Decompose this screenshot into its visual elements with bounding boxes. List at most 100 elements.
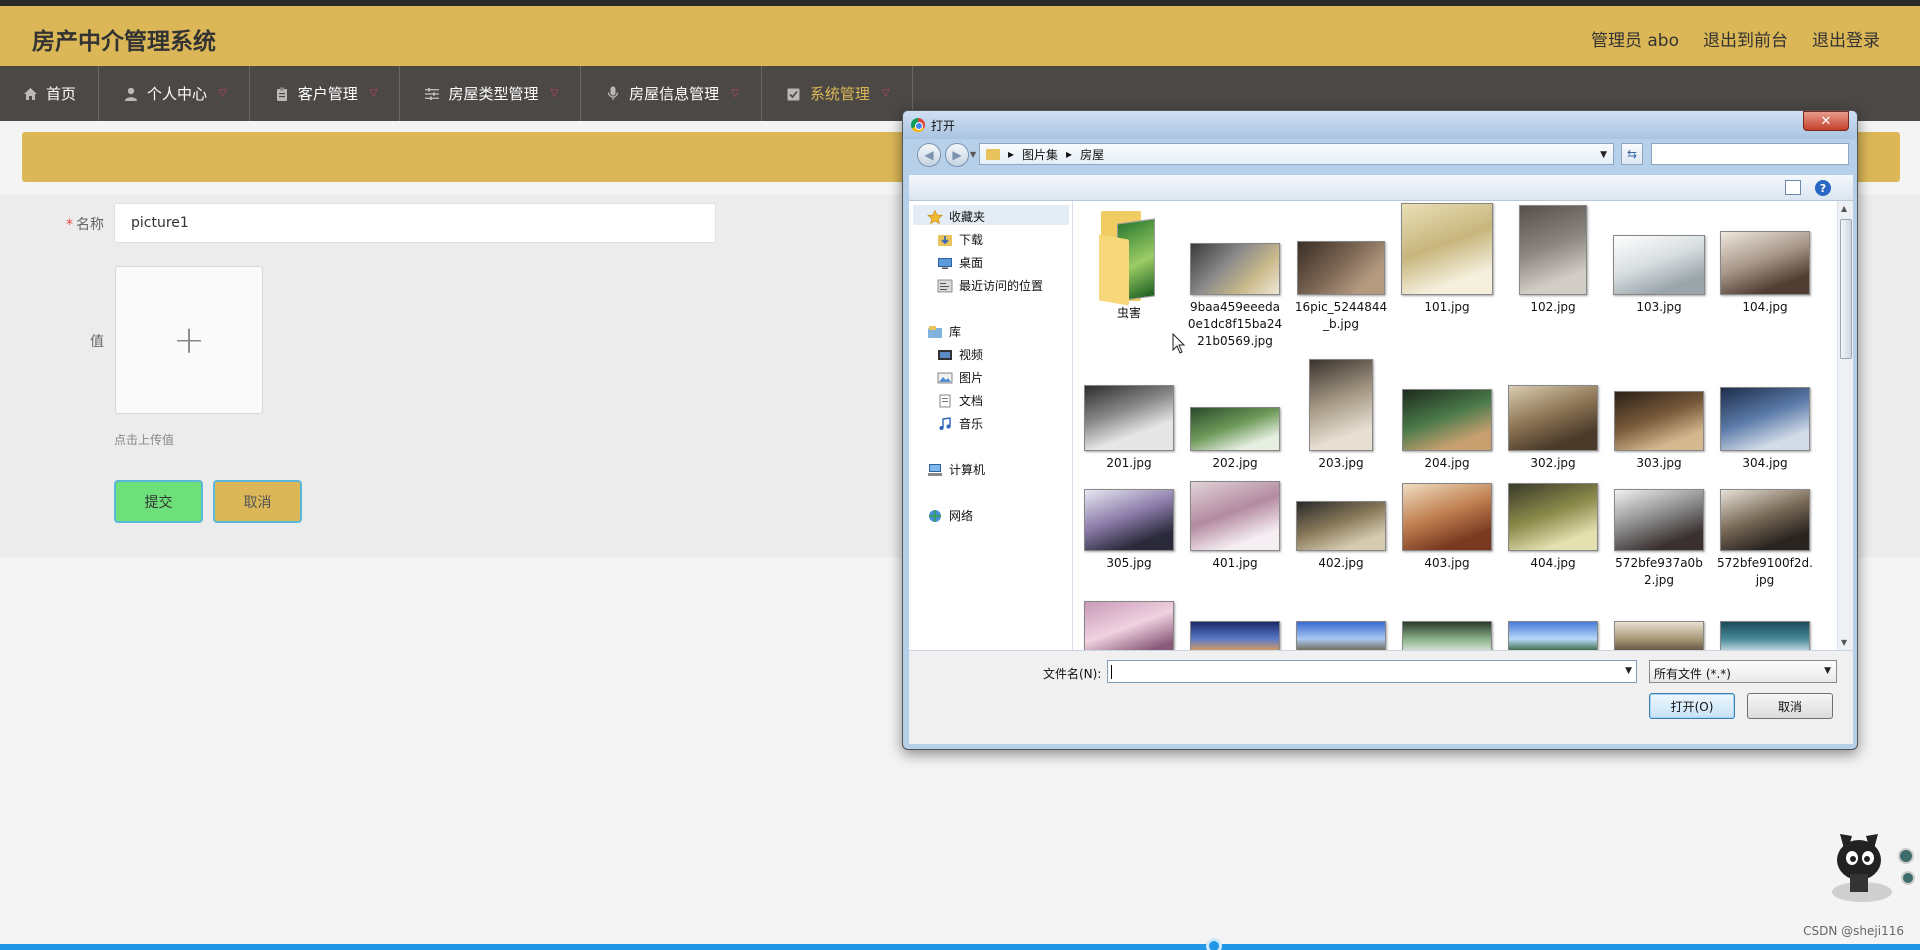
nav-computer[interactable]: 计算机 [927,461,985,478]
nav-item-personal[interactable]: 个人中心 ▽ [99,66,250,121]
picture-icon [937,372,953,383]
video-icon [938,349,952,360]
file-item[interactable]: 103.jpg [1611,235,1707,316]
logout-link[interactable]: 退出登录 [1812,26,1880,51]
file-item[interactable]: 402.jpg [1293,501,1389,572]
dialog-cancel-button[interactable]: 取消 [1747,693,1833,719]
file-item[interactable]: 303.jpg [1611,391,1707,472]
progress-handle[interactable] [1206,938,1222,950]
file-item[interactable]: 16pic_5244844_b.jpg [1293,241,1389,333]
submit-button[interactable]: 提交 [114,480,203,523]
file-name: 9baa459eeeda0e1dc8f15ba2421b0569.jpg [1187,300,1283,348]
image-thumbnail [1296,501,1386,551]
help-icon[interactable]: ? [1815,180,1831,196]
back-icon[interactable]: ◀ [917,143,941,167]
watermark: CSDN @sheji116 [1803,924,1904,938]
history-dropdown-icon[interactable]: ▼ [970,150,976,159]
file-item[interactable]: 204.jpg [1399,389,1495,472]
breadcrumb-pictures[interactable]: 图片集 [1022,146,1058,163]
nav-pane-label: 网络 [949,509,974,523]
chevron-down-icon: ▽ [369,88,378,99]
search-input[interactable] [1651,143,1849,165]
file-item[interactable]: 202.jpg [1187,407,1283,472]
file-list-scrollbar[interactable]: ▲ ▼ [1837,201,1853,650]
file-item[interactable] [1611,621,1707,650]
app-title: 房产中介管理系统 [32,29,216,55]
forward-icon[interactable]: ▶ [945,143,969,167]
image-thumbnail [1309,359,1373,451]
dialog-title: 打开 [931,119,956,133]
header: 房产中介管理系统 管理员 abo 退出到前台 退出登录 [0,6,1920,66]
nav-label: 房屋类型管理 [448,85,539,103]
file-name: 401.jpg [1212,556,1258,570]
library-icon [928,325,942,338]
file-item[interactable]: 203.jpg [1293,359,1389,472]
scroll-thumb[interactable] [1840,219,1852,359]
nav-downloads[interactable]: 下载 [937,231,983,248]
address-bar[interactable]: ▸ 图片集 ▸ 房屋 ▼ [979,143,1614,165]
nav-recent-places[interactable]: 最近访问的位置 [937,277,1043,294]
exit-to-frontend-link[interactable]: 退出到前台 [1703,26,1788,51]
file-item[interactable]: 404.jpg [1505,483,1601,572]
preview-pane-icon[interactable] [1785,180,1801,195]
breadcrumb-houses[interactable]: 房屋 [1080,146,1104,163]
filetype-select[interactable]: 所有文件 (*.*) ▼ [1649,660,1837,683]
upload-button[interactable]: + [115,266,263,414]
clipboard-icon [274,86,290,102]
nav-item-customers[interactable]: 客户管理 ▽ [250,66,401,121]
music-icon [939,416,951,430]
file-item[interactable]: 201.jpg [1081,385,1177,472]
nav-pane-label: 音乐 [959,417,984,431]
nav-videos[interactable]: 视频 [937,346,983,363]
image-thumbnail [1614,391,1704,451]
file-item[interactable]: 9baa459eeeda0e1dc8f15ba2421b0569.jpg [1187,243,1283,350]
file-item[interactable] [1717,621,1813,650]
nav-libraries[interactable]: 库 [927,323,961,340]
nav-favorites[interactable]: 收藏夹 [927,208,985,225]
file-item[interactable]: 302.jpg [1505,385,1601,472]
refresh-icon[interactable]: ⇆ [1621,143,1643,165]
file-item[interactable]: 403.jpg [1399,483,1495,572]
file-name: 102.jpg [1530,300,1576,314]
file-item[interactable]: 101.jpg [1399,203,1495,316]
file-item[interactable] [1081,601,1177,650]
close-button[interactable]: ✕ [1803,111,1849,131]
file-item[interactable]: 305.jpg [1081,489,1177,572]
filename-dropdown-icon[interactable]: ▼ [1625,666,1632,676]
name-field[interactable]: picture1 [114,203,716,243]
folder-icon [1099,207,1159,306]
file-item[interactable] [1293,621,1389,650]
file-item[interactable] [1505,621,1601,650]
nav-item-house-types[interactable]: 房屋类型管理 ▽ [400,66,582,121]
file-item[interactable]: 572bfe937a0b2.jpg [1611,489,1707,589]
image-thumbnail [1084,489,1174,551]
nav-desktop[interactable]: 桌面 [937,254,983,271]
nav-network[interactable]: 网络 [927,507,973,524]
nav-item-house-info[interactable]: 房屋信息管理 ▽ [581,66,762,121]
scroll-up-icon[interactable]: ▲ [1841,204,1847,213]
nav-documents[interactable]: 文档 [937,392,983,409]
file-item[interactable]: 104.jpg [1717,231,1813,316]
file-item[interactable]: 401.jpg [1187,481,1283,572]
folder-item[interactable]: 虫害 [1081,207,1177,322]
chevron-down-icon: ▽ [219,88,227,99]
open-button[interactable]: 打开(O) [1649,693,1735,719]
nav-music[interactable]: 音乐 [937,415,983,432]
dialog-titlebar[interactable]: 打开 ✕ [903,111,1857,139]
nav-item-home[interactable]: 首页 [0,66,100,121]
nav-pictures[interactable]: 图片 [937,369,983,386]
file-item[interactable] [1399,621,1495,650]
navigation-pane: 收藏夹 下载 桌面 最近访问的位置 库 视频 图片 文档 音乐 计算机 网络 [909,201,1073,650]
filetype-value: 所有文件 (*.*) [1654,667,1731,681]
nav-item-system[interactable]: 系统管理 ▽ [761,66,913,121]
desktop-icon [938,257,952,269]
filename-input[interactable]: ▼ [1107,660,1637,683]
file-item[interactable]: 572bfe9100f2d.jpg [1717,489,1813,589]
cancel-button[interactable]: 取消 [213,480,302,523]
address-dropdown-icon[interactable]: ▼ [1600,150,1607,160]
scroll-down-icon[interactable]: ▼ [1841,638,1847,647]
file-item[interactable]: 102.jpg [1505,205,1601,316]
file-item[interactable]: 304.jpg [1717,387,1813,472]
mascot-cat-icon [1832,834,1915,902]
file-item[interactable] [1187,621,1283,650]
